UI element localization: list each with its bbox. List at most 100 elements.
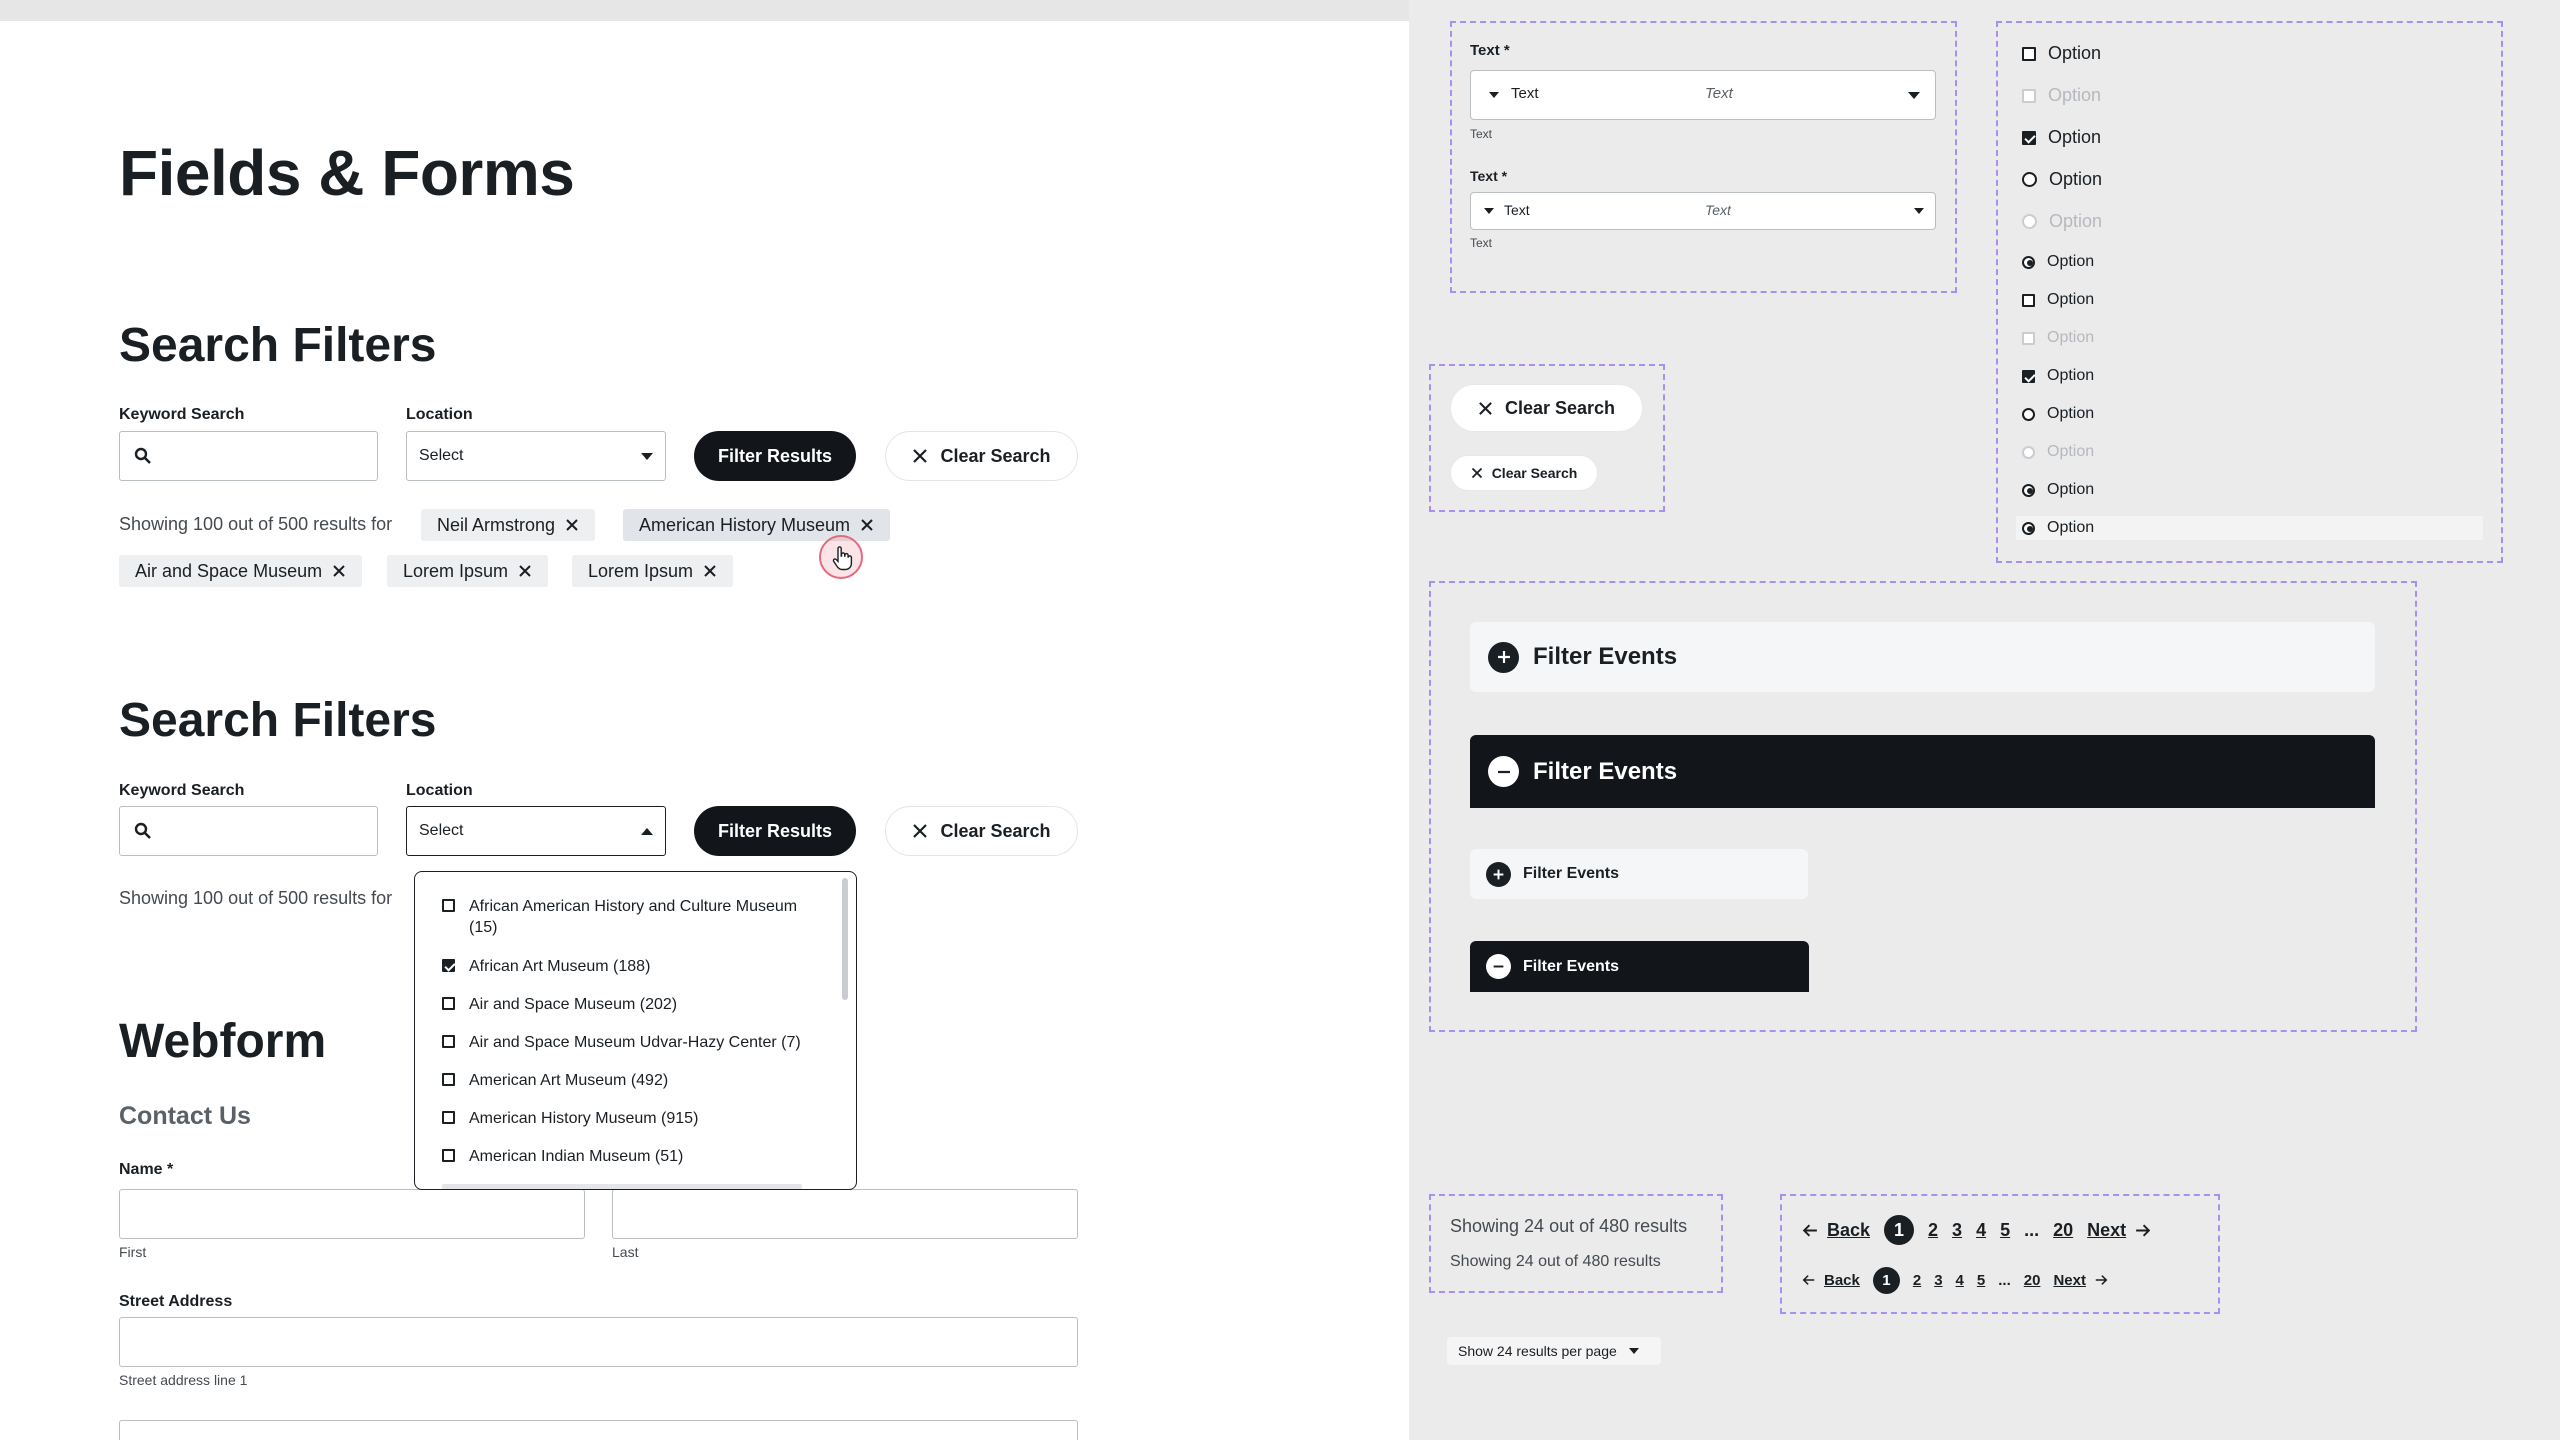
last-name-input[interactable]	[612, 1189, 1078, 1239]
checkbox[interactable]	[442, 1111, 455, 1124]
webform-title: Webform	[119, 1015, 327, 1068]
first-name-input[interactable]	[119, 1189, 585, 1239]
radio-selected[interactable]	[2022, 483, 2035, 497]
option-label: Option	[2047, 443, 2095, 460]
option-label: Option	[2049, 211, 2103, 231]
close-icon	[913, 449, 928, 463]
pagination-back[interactable]: Back	[1802, 1220, 1870, 1241]
dropdown-option[interactable]: Air and Space Museum Udvar-Hazy Center (…	[442, 1032, 801, 1053]
results-count-small: Showing 24 out of 480 results	[1450, 1253, 1661, 1270]
option-label: Option	[2047, 291, 2095, 308]
page-current[interactable]: 1	[1884, 1215, 1915, 1245]
chip-label: Lorem Ipsum	[588, 560, 694, 581]
option-row[interactable]: Option	[2022, 169, 2102, 190]
page-link[interactable]: 3	[1934, 1272, 1942, 1289]
radio[interactable]	[2022, 407, 2035, 421]
page-current[interactable]: 1	[1872, 1266, 1900, 1294]
location-dropdown-menu[interactable]: African American History and Culture Mus…	[414, 871, 857, 1190]
checkbox-checked[interactable]	[442, 959, 455, 972]
page-link[interactable]: 5	[1977, 1272, 1985, 1289]
filter-chip[interactable]: Lorem Ipsum	[572, 555, 734, 587]
page-link[interactable]: 2	[1928, 1220, 1938, 1241]
text-select-large[interactable]: Text Text	[1470, 70, 1936, 120]
option-row[interactable]: Option	[2022, 291, 2094, 309]
pagination-back[interactable]: Back	[1802, 1272, 1860, 1289]
location-select[interactable]: Select	[406, 431, 666, 481]
checkbox-checked[interactable]	[2022, 369, 2035, 383]
checkbox[interactable]	[442, 1073, 455, 1086]
filter-chip[interactable]: Air and Space Museum	[119, 555, 363, 587]
page-link[interactable]: 5	[2000, 1220, 2010, 1241]
page-ellipsis: ...	[2024, 1219, 2040, 1240]
page-link[interactable]: 4	[1956, 1272, 1964, 1289]
location-select-open[interactable]: Select	[406, 806, 666, 856]
radio-selected[interactable]	[2022, 255, 2035, 269]
page-link[interactable]: 2	[1913, 1272, 1921, 1289]
text-select-small[interactable]: Text Text	[1470, 192, 1936, 230]
page-link[interactable]: 20	[2053, 1220, 2073, 1241]
results-per-page-select[interactable]: Show 24 results per page	[1447, 1337, 1661, 1365]
clear-search-label: Clear Search	[1491, 465, 1578, 481]
dropdown-option[interactable]: Air and Space Museum (202)	[442, 994, 677, 1015]
back-label: Back	[1827, 1219, 1871, 1240]
option-label: Option	[2047, 329, 2095, 346]
pagination-next[interactable]: Next	[2053, 1272, 2108, 1289]
pagination-small: Back 1 2 3 4 5... 20 Next	[1802, 1266, 2108, 1294]
dropdown-option[interactable]: African American History and Culture Mus…	[442, 896, 827, 938]
accordion-closed-large[interactable]: Filter Events	[1470, 622, 2375, 692]
pagination-next[interactable]: Next	[2087, 1220, 2151, 1241]
clear-search-label: Clear Search	[940, 445, 1051, 466]
filter-chip[interactable]: Lorem Ipsum	[387, 555, 549, 587]
option-row[interactable]: Option	[2022, 43, 2101, 64]
filter-results-button[interactable]: Filter Results	[694, 806, 856, 856]
radio-selected[interactable]	[2022, 521, 2035, 535]
option-row[interactable]: Option	[2022, 405, 2094, 423]
option-row[interactable]: Option	[2022, 127, 2101, 148]
street-address-input[interactable]	[119, 1317, 1078, 1367]
checkbox[interactable]	[442, 1149, 455, 1162]
checkbox[interactable]	[2022, 46, 2036, 61]
clear-search-button-large[interactable]: Clear Search	[1450, 384, 1643, 432]
dropdown-option[interactable]: American Art Museum (492)	[442, 1070, 668, 1091]
clear-search-button-small[interactable]: Clear Search	[1450, 455, 1598, 491]
dropdown-option[interactable]: American History Museum (915)	[442, 1108, 698, 1129]
accordion-closed-small[interactable]: Filter Events	[1470, 849, 1808, 899]
page-link[interactable]: 20	[2024, 1272, 2041, 1289]
chip-label: Air and Space Museum	[135, 560, 323, 581]
close-icon[interactable]	[332, 564, 346, 578]
close-icon[interactable]	[703, 564, 717, 578]
checkbox[interactable]	[442, 997, 455, 1010]
option-row[interactable]: Option	[2022, 481, 2094, 499]
close-icon[interactable]	[565, 518, 579, 532]
checkbox-disabled	[2022, 88, 2036, 103]
clear-search-button[interactable]: Clear Search	[885, 431, 1078, 481]
checkbox-checked[interactable]	[2022, 130, 2036, 145]
scrollbar-thumb[interactable]	[842, 878, 848, 1000]
checkbox[interactable]	[2022, 293, 2035, 307]
page-link[interactable]: 4	[1976, 1220, 1986, 1241]
option-label: Option	[2047, 367, 2095, 384]
street-address-line2-input[interactable]	[119, 1420, 1078, 1440]
accordion-open-large[interactable]: Filter Events	[1470, 735, 2375, 808]
clear-search-button[interactable]: Clear Search	[885, 806, 1078, 856]
option-label: Air and Space Museum Udvar-Hazy Center (…	[469, 1034, 801, 1051]
keyword-search-input[interactable]	[119, 806, 378, 856]
select-value: Text	[1511, 85, 1539, 102]
close-icon[interactable]	[518, 564, 532, 578]
checkbox[interactable]	[442, 899, 455, 912]
close-icon[interactable]	[860, 518, 874, 532]
option-row[interactable]: Option	[2022, 367, 2094, 385]
keyword-search-input[interactable]	[119, 431, 378, 481]
filter-chip[interactable]: Neil Armstrong	[421, 509, 596, 541]
dropdown-option[interactable]: African Art Museum (188)	[442, 956, 650, 977]
page-link[interactable]: 3	[1952, 1220, 1962, 1241]
option-row[interactable]: Option	[2022, 253, 2094, 271]
location-select-value: Select	[419, 447, 464, 464]
dropdown-option-cutoff	[442, 1184, 802, 1189]
radio[interactable]	[2022, 172, 2037, 187]
dropdown-option[interactable]: American Indian Museum (51)	[442, 1146, 683, 1167]
filter-results-button[interactable]: Filter Results	[694, 431, 856, 481]
option-row[interactable]: Option	[2022, 519, 2094, 537]
accordion-open-small[interactable]: Filter Events	[1470, 941, 1809, 992]
checkbox[interactable]	[442, 1035, 455, 1048]
